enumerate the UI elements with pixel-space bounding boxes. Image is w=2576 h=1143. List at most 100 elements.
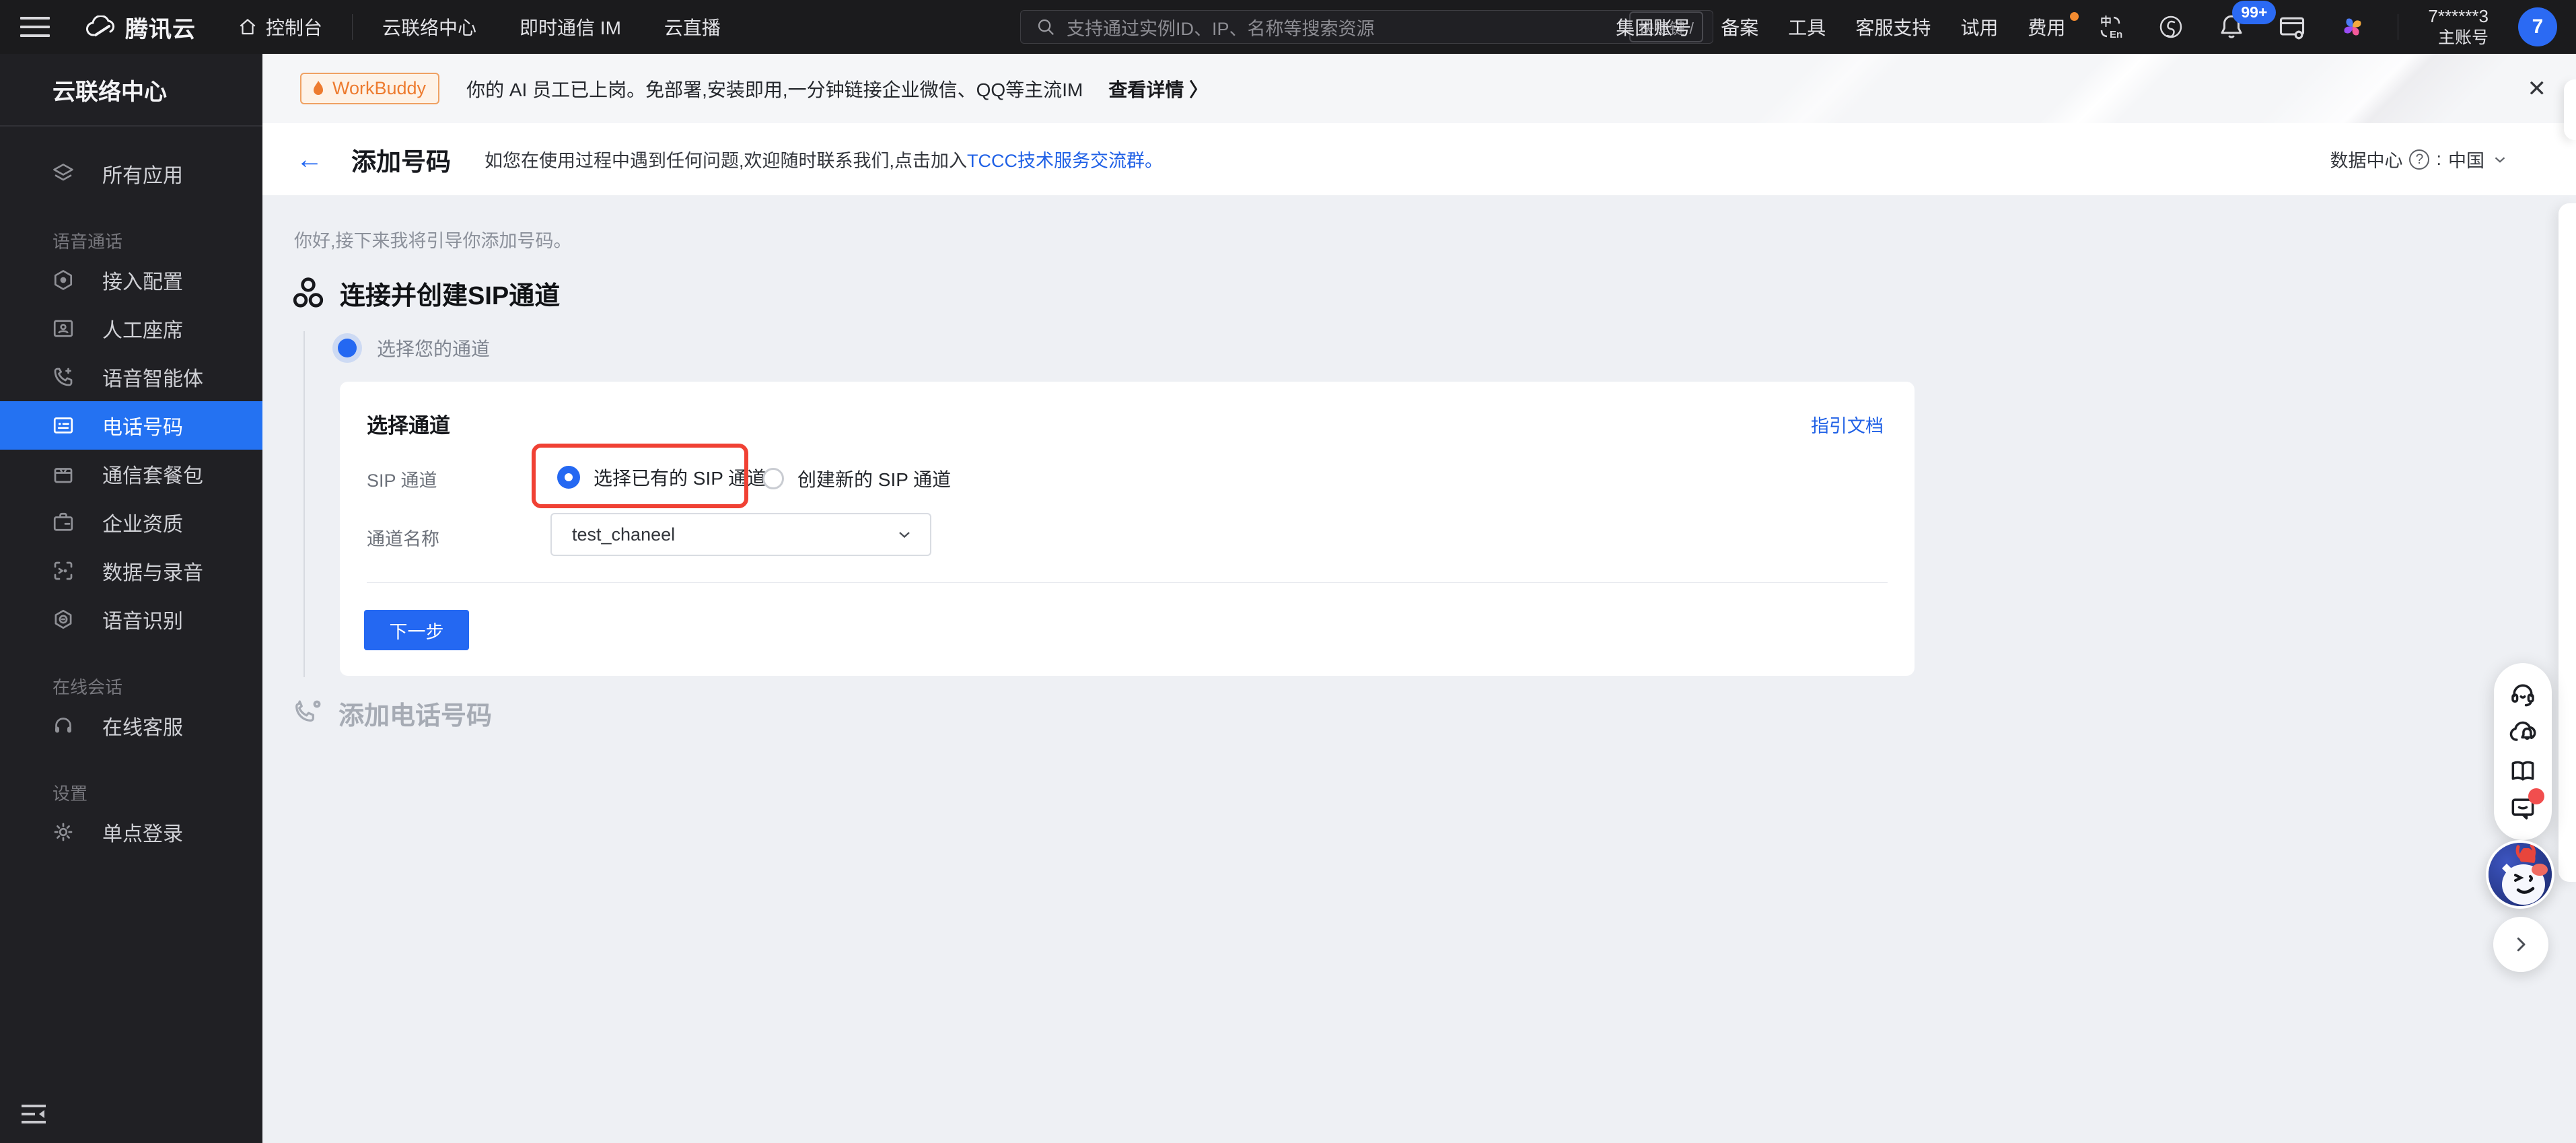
sidebar-item-speech-recognition[interactable]: 语音识别 (0, 595, 262, 644)
cloud-bell-icon[interactable] (2508, 718, 2538, 747)
hexagon-circle-icon (51, 607, 75, 631)
sidebar-item-agent-seat[interactable]: 人工座席 (0, 304, 262, 353)
scan-dot-icon (51, 559, 75, 583)
unread-dot (2528, 788, 2544, 805)
headset-icon (51, 714, 75, 738)
channel-name-select[interactable]: test_chaneel (550, 513, 931, 556)
radio-selected-icon[interactable] (338, 339, 357, 357)
feedback-chat-icon[interactable] (2508, 788, 2544, 823)
top-navbar: 腾讯云 控制台 云联络中心 即时通信 IM 云直播 支持通过实例ID、IP、名称… (0, 0, 2576, 54)
sidebar-item-data-recording[interactable]: 数据与录音 (0, 547, 262, 595)
nav-link-billing[interactable]: 费用 (2028, 12, 2079, 40)
search-icon (1036, 17, 1056, 37)
sidebar: 云联络中心 所有应用 语音通话 接入配置 人工座席 语音智能体 电话号码 通信套… (0, 54, 262, 1143)
select-channel-card: 选择通道 指引文档 SIP 通道 选择已有的 SIP 通道 创建新的 SIP 通… (340, 382, 1915, 676)
guide-doc-link[interactable]: 指引文档 (1811, 411, 1884, 438)
nav-product-live[interactable]: 云直播 (664, 13, 721, 40)
right-edge-panel[interactable] (2559, 203, 2576, 882)
wizard-timeline (303, 331, 305, 677)
nav-link-tools[interactable]: 工具 (1788, 13, 1826, 40)
mascot-avatar[interactable] (2486, 840, 2554, 909)
sidebar-section-settings: 设置 (52, 783, 88, 804)
step1-title: 连接并创建SIP通道 (340, 282, 561, 310)
radio-selected-icon[interactable] (557, 466, 580, 489)
banner-decor (2003, 54, 2210, 123)
workbuddy-badge: WorkBuddy (300, 73, 440, 104)
flame-icon (314, 80, 323, 95)
banner-close-icon[interactable]: ✕ (2528, 75, 2547, 102)
floating-toolbar (2494, 663, 2552, 840)
banner-message: 你的 AI 员工已上岗。免部署,安装即用,一分钟链接企业微信、QQ等主流IM (466, 79, 1083, 100)
collapse-toolbar-arrow[interactable] (2493, 917, 2548, 972)
layers-icon (51, 162, 75, 186)
radio-unselected-icon[interactable] (762, 468, 784, 489)
s-circle-icon[interactable] (2155, 11, 2186, 42)
billing-settings-icon[interactable] (2277, 11, 2307, 42)
nav-link-icp[interactable]: 备案 (1721, 13, 1758, 40)
banner-decor (2211, 54, 2567, 123)
right-edge-tab[interactable] (2564, 79, 2576, 140)
number-card-icon (51, 413, 75, 438)
sidebar-item-enterprise-qualification[interactable]: 企业资质 (0, 498, 262, 547)
card-divider (367, 582, 1888, 583)
phone-receiver-icon (291, 697, 324, 730)
help-question-icon[interactable]: ? (2409, 149, 2430, 170)
banner-details-link[interactable]: 查看详情 〉 (1108, 75, 1208, 102)
docs-book-icon[interactable] (2508, 756, 2538, 786)
nav-product-im[interactable]: 即时通信 IM (520, 13, 621, 40)
step2-title: 添加电话号码 (338, 702, 493, 730)
console-label: 控制台 (266, 18, 323, 38)
package-icon (51, 462, 75, 486)
sidebar-item-sso[interactable]: 单点登录 (0, 808, 262, 856)
nav-link-group-account[interactable]: 集团账号 (1616, 13, 1691, 40)
brand-text: 腾讯云 (125, 16, 196, 42)
account-info[interactable]: 7******3 主账号 (2428, 5, 2489, 48)
tccc-group-link[interactable]: TCCC技术服务交流群。 (967, 151, 1163, 171)
global-search-box[interactable]: 支持通过实例ID、IP、名称等搜索资源 快捷键 / (1020, 10, 1713, 44)
search-placeholder: 支持通过实例ID、IP、名称等搜索资源 (1067, 18, 1375, 39)
navbar-left-group: 腾讯云 控制台 云联络中心 即时通信 IM 云直播 (0, 0, 764, 54)
sidebar-item-package[interactable]: 通信套餐包 (0, 450, 262, 498)
main-content: 你好,接下来我将引导你添加号码。 连接并创建SIP通道 选择您的通道 选择通道 … (262, 195, 2576, 1143)
datacenter-selector[interactable]: 数据中心 ? : 中国 (2330, 146, 2509, 172)
hexagon-dot-icon (51, 268, 75, 292)
sidebar-list: 所有应用 语音通话 接入配置 人工座席 语音智能体 电话号码 通信套餐包 企业资… (0, 149, 262, 856)
sidebar-collapse-icon[interactable] (20, 1103, 47, 1125)
page-title: 添加号码 (351, 147, 451, 176)
phone-sparkle-icon (51, 365, 75, 389)
notifications-bell-icon[interactable]: 99+ (2216, 1, 2277, 42)
promo-banner: WorkBuddy 你的 AI 员工已上岗。免部署,安装即用,一分钟链接企业微信… (262, 54, 2576, 123)
svg-text:中: 中 (2100, 15, 2112, 28)
gear-icon (51, 820, 75, 844)
back-arrow-icon[interactable]: ← (296, 146, 323, 173)
radio-new-sip-channel[interactable]: 创建新的 SIP 通道 (762, 465, 951, 492)
radio-existing-sip-channel[interactable]: 选择已有的 SIP 通道 (557, 464, 766, 491)
support-headset-icon[interactable] (2508, 680, 2538, 709)
next-step-button[interactable]: 下一步 (364, 610, 469, 650)
user-avatar[interactable]: 7 (2518, 7, 2557, 46)
datacenter-value: 中国 (2448, 151, 2484, 171)
sidebar-item-voice-agent[interactable]: 语音智能体 (0, 353, 262, 401)
channel-name-label: 通道名称 (367, 529, 439, 549)
briefcase-icon (51, 510, 75, 534)
step1-header: 连接并创建SIP通道 (291, 275, 560, 312)
language-toggle-icon[interactable]: 中 En (2095, 11, 2126, 42)
nav-product-cloud-contact-center[interactable]: 云联络中心 (382, 13, 476, 40)
hamburger-menu-icon[interactable] (20, 17, 50, 37)
step2-header: 添加电话号码 (291, 695, 492, 732)
page-header: ← 添加号码 如您在使用过程中遇到任何问题,欢迎随时联系我们,点击加入TCCC技… (262, 123, 2576, 195)
pinwheel-apps-icon[interactable] (2337, 11, 2368, 42)
channel-choice-radio[interactable]: 选择您的通道 (338, 335, 490, 361)
svg-text:En: En (2110, 29, 2122, 40)
sip-channel-label: SIP 通道 (367, 471, 437, 491)
tencent-cloud-logo[interactable]: 腾讯云 (85, 11, 196, 44)
navbar-divider (352, 14, 353, 40)
console-link[interactable]: 控制台 (238, 13, 322, 40)
nav-link-support[interactable]: 客服支持 (1855, 13, 1931, 40)
nav-link-trial[interactable]: 试用 (1960, 13, 1998, 40)
sidebar-item-access-config[interactable]: 接入配置 (0, 256, 262, 304)
sidebar-item-phone-number[interactable]: 电话号码 (0, 401, 262, 450)
sidebar-item-all-apps[interactable]: 所有应用 (0, 149, 262, 198)
sidebar-item-online-service[interactable]: 在线客服 (0, 701, 262, 750)
channel-name-value: test_chaneel (572, 524, 676, 545)
